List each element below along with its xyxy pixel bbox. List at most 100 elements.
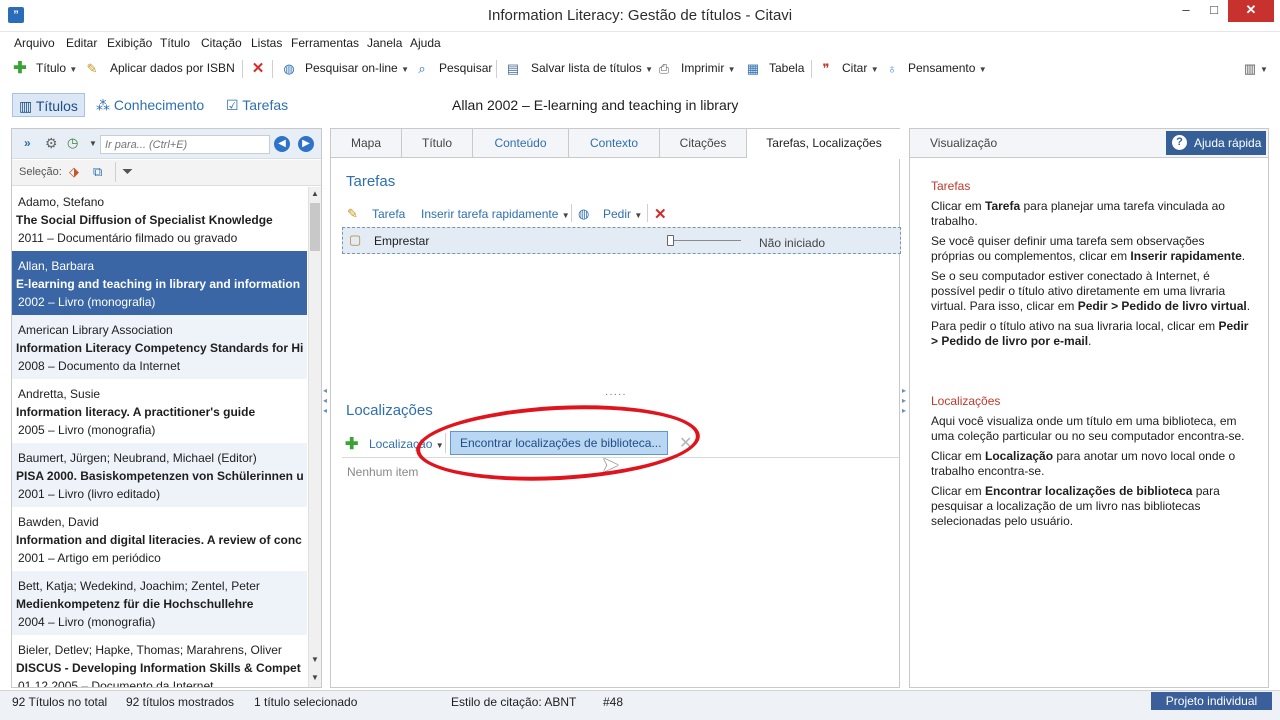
chevron-down-icon: ▼ [634, 211, 643, 220]
add-plus-icon[interactable]: ✚ [12, 61, 28, 77]
item-author: Adamo, Stefano [18, 195, 105, 209]
menu-citacao[interactable]: Citação [201, 36, 242, 50]
tab-conteudo[interactable]: Conteúdo [473, 129, 569, 158]
list-item-selected[interactable]: Allan, Barbara E-learning and teaching i… [12, 251, 307, 315]
menu-arquivo[interactable]: Arquivo [14, 36, 55, 50]
filter-funnel-icon[interactable]: ⏷ [122, 163, 133, 180]
salvar-lista-button[interactable]: Salvar lista de títulos ▼ [531, 61, 653, 75]
menu-janela[interactable]: Janela [367, 36, 402, 50]
chevron-down-icon: ▼ [645, 65, 653, 74]
scroll-down-icon[interactable]: ▼ [309, 655, 321, 664]
scroll-top-icon[interactable]: ▲ [309, 189, 321, 198]
tab-citacoes[interactable]: Citações [660, 129, 747, 158]
menu-listas[interactable]: Listas [251, 36, 282, 50]
task-progress-slider[interactable] [669, 240, 741, 241]
help-bold: Pedir > Pedido de livro virtual [1077, 299, 1247, 313]
left-splitter-handle[interactable]: ◂ ◂ ◂ [323, 386, 328, 426]
help-paragraph: Se o seu computador estiver conectado à … [931, 269, 1251, 314]
current-title-heading: Allan 2002 – E-learning and teaching in … [452, 97, 739, 113]
view-switch-bar: ▥ Títulos ⁂ Conhecimento ☑ Tarefas Allan… [0, 90, 1280, 120]
section-splitter-grip[interactable]: ····· [605, 389, 627, 400]
history-icon[interactable]: ◷ [67, 135, 78, 151]
help-bold: Localização [985, 449, 1054, 463]
toolbar-separator [242, 60, 243, 78]
menu-titulo[interactable]: Título [160, 36, 190, 50]
pesquisar-online-button[interactable]: Pesquisar on-line ▼ [305, 61, 409, 75]
tab-titulo[interactable]: Título [402, 129, 473, 158]
pesquisar-button[interactable]: Pesquisar [439, 61, 492, 75]
list-item[interactable]: Bieler, Detlev; Hapke, Thomas; Marahrens… [12, 635, 307, 687]
list-item[interactable]: Bett, Katja; Wedekind, Joachim; Zentel, … [12, 571, 307, 635]
status-citation-style[interactable]: Estilo de citação: ABNT [451, 695, 576, 709]
item-author: Baumert, Jürgen; Neubrand, Michael (Edit… [18, 451, 257, 465]
pensamento-button[interactable]: Pensamento ▼ [908, 61, 987, 75]
toolbar-separator [272, 60, 273, 78]
item-year-type: 01.12.2005 – Documento da Internet [18, 679, 214, 687]
tarefa-button[interactable]: Tarefa [372, 207, 405, 221]
gear-icon[interactable]: ⚙ [45, 135, 58, 152]
list-scrollbar[interactable]: ▲ ▼ ▼ [308, 187, 321, 687]
selection-bar: Seleção: ⬗ ⧉ ⏷ [12, 160, 321, 186]
pedir-label: Pedir [603, 207, 632, 221]
help-bold: Tarefa [985, 199, 1021, 213]
help-tarefas-heading: Tarefas [931, 179, 1251, 194]
item-title: The Social Diffusion of Specialist Knowl… [16, 213, 273, 227]
menu-ferramentas[interactable]: Ferramentas [291, 36, 359, 50]
scroll-bottom-icon[interactable]: ▼ [309, 673, 321, 682]
list-item[interactable]: Adamo, Stefano The Social Diffusion of S… [12, 187, 307, 251]
view-conhecimento-button[interactable]: ⁂ Conhecimento [90, 93, 210, 117]
list-item[interactable]: Bawden, David Information and digital li… [12, 507, 307, 571]
chevron-down-icon[interactable]: ▼ [1260, 65, 1268, 74]
selection-copy-icon[interactable]: ⧉ [93, 164, 102, 180]
maximize-button[interactable]: □ [1200, 0, 1228, 22]
task-row[interactable]: ▢ Emprestar Não iniciado [342, 227, 901, 254]
item-title: Information Literacy Competency Standard… [16, 341, 303, 355]
delete-task-icon[interactable]: ✕ [654, 205, 667, 223]
menu-editar[interactable]: Editar [66, 36, 97, 50]
help-text: Clicar em [931, 484, 986, 498]
list-item[interactable]: American Library Association Information… [12, 315, 307, 379]
item-year-type: 2004 – Livro (monografia) [18, 615, 156, 629]
expand-double-chevron-icon[interactable]: » [24, 136, 31, 150]
tab-tarefas-localizacoes[interactable]: Tarefas, Localizações [747, 129, 901, 159]
chevron-down-icon: ▼ [69, 65, 78, 74]
slider-knob[interactable] [667, 235, 674, 246]
add-location-plus-icon: ✚ [345, 436, 359, 453]
inserir-tarefa-button[interactable]: Inserir tarefa rapidamente ▼ [421, 207, 570, 221]
menu-ajuda[interactable]: Ajuda [410, 36, 441, 50]
selection-tag-icon[interactable]: ⬗ [69, 164, 79, 180]
titulo-button[interactable]: Título ▼ [36, 61, 77, 75]
previous-arrow-icon[interactable]: ◀ [274, 136, 290, 152]
chevron-down-icon[interactable]: ▼ [89, 139, 97, 148]
item-author: Bett, Katja; Wedekind, Joachim; Zentel, … [18, 579, 260, 593]
imprimir-button[interactable]: Imprimir ▼ [681, 61, 736, 75]
delete-x-icon[interactable]: ✕ [250, 61, 266, 77]
tab-mapa[interactable]: Mapa [331, 129, 402, 158]
help-paragraph: Aqui você visualiza onde um título em um… [931, 414, 1245, 443]
list-item[interactable]: Andretta, Susie Information literacy. A … [12, 379, 307, 443]
toolbar-separator [647, 204, 648, 222]
right-splitter-handle[interactable]: ▸ ▸ ▸ [902, 386, 907, 426]
layout-options-icon[interactable]: ▥ [1242, 61, 1258, 77]
help-paragraph: Clicar em Localização para anotar um nov… [931, 449, 1251, 479]
isbn-button[interactable]: Aplicar dados por ISBN [110, 61, 235, 75]
chevron-down-icon: ▼ [870, 65, 879, 74]
scrollbar-thumb[interactable] [310, 203, 320, 251]
view-titulos-button[interactable]: ▥ Títulos [12, 93, 85, 117]
menu-exibicao[interactable]: Exibição [107, 36, 152, 50]
pedir-button[interactable]: Pedir ▼ [603, 207, 642, 221]
citar-button[interactable]: Citar ▼ [842, 61, 879, 75]
view-tarefas-button[interactable]: ☑ Tarefas [220, 93, 294, 117]
tabela-button[interactable]: Tabela [769, 61, 804, 75]
list-item[interactable]: Baumert, Jürgen; Neubrand, Michael (Edit… [12, 443, 307, 507]
close-button[interactable]: ✕ [1228, 0, 1274, 22]
quick-help-button[interactable]: ? Ajuda rápida [1166, 131, 1266, 155]
item-year-type: 2002 – Livro (monografia) [18, 295, 156, 309]
tab-contexto[interactable]: Contexto [569, 129, 660, 158]
item-author: Bawden, David [18, 515, 99, 529]
next-arrow-icon[interactable]: ▶ [298, 136, 314, 152]
menu-bar: Arquivo Editar Exibição Título Citação L… [0, 33, 1280, 53]
goto-search-input[interactable] [100, 135, 270, 154]
minimize-button[interactable]: – [1172, 0, 1200, 22]
status-bar: 92 Títulos no total 92 títulos mostrados… [0, 690, 1280, 720]
